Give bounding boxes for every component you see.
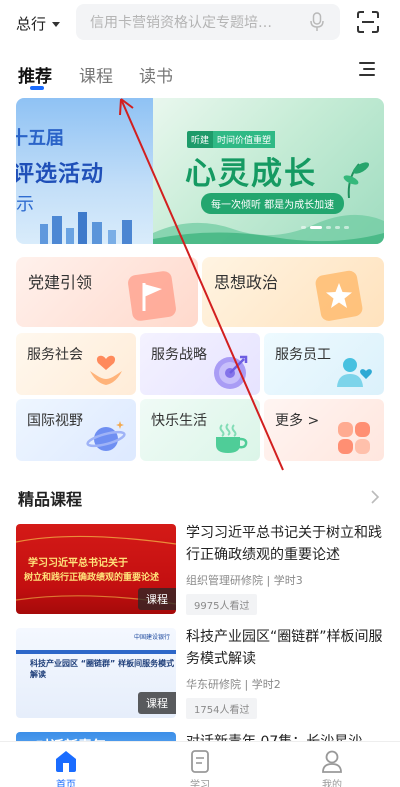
bank-logo: 中国建设银行 bbox=[133, 634, 170, 641]
nav-mine[interactable]: 我的 bbox=[302, 748, 362, 787]
course-views: 9975人看过 bbox=[186, 594, 258, 615]
bottom-navigation: 首页 学习 我的 bbox=[0, 741, 400, 787]
thumbnail-text-line1: 学习习近平总书记关于 bbox=[28, 558, 128, 569]
category-global-view[interactable]: 国际视野 bbox=[16, 399, 136, 461]
banner-carousel[interactable]: 十五届 评选活动 示 听建 时间价值重塑 心灵成长 每一次倾听 都是为成长加速 bbox=[16, 98, 384, 244]
course-meta: 组织管理研修院 | 学时3 bbox=[186, 574, 303, 587]
category-label: 更多 > bbox=[275, 413, 320, 429]
top-bar: 总行 信用卡营销资格认定专题培… bbox=[0, 0, 400, 46]
nav-label: 我的 bbox=[322, 780, 342, 787]
thumbnail-text-line2: 树立和践行正确政绩观的重要论述 bbox=[24, 573, 160, 583]
nav-study[interactable]: 学习 bbox=[170, 748, 230, 787]
tab-courses[interactable]: 课程 bbox=[79, 62, 113, 87]
star-icon bbox=[315, 270, 363, 321]
carousel-dots bbox=[301, 226, 349, 229]
flag-icon bbox=[128, 271, 176, 321]
category-label: 党建引领 bbox=[28, 273, 93, 292]
banner-slide-previous: 十五届 评选活动 示 bbox=[16, 98, 153, 244]
section-title: 精品课程 bbox=[18, 490, 83, 509]
category-label: 思想政治 bbox=[214, 273, 279, 292]
course-item[interactable]: 学习习近平总书记关于 树立和践行正确政绩观的重要论述 课程 学习习近平总书记关于… bbox=[16, 524, 384, 616]
banner-tag-a: 听建 bbox=[187, 131, 214, 148]
region-label: 总行 bbox=[16, 15, 47, 33]
thumbnail-text-line1: 科技产业园区 “圈链群” 样板间服务模式解读 bbox=[30, 659, 175, 679]
banner-left-line3: 示 bbox=[16, 194, 34, 215]
course-type-badge: 课程 bbox=[138, 692, 176, 714]
course-views: 1754人看过 bbox=[186, 698, 258, 719]
course-thumbnail: 学习习近平总书记关于 树立和践行正确政绩观的重要论述 课程 bbox=[16, 524, 176, 614]
region-selector[interactable]: 总行 bbox=[16, 13, 61, 34]
category-label: 快乐生活 bbox=[151, 413, 207, 429]
category-serve-strategy[interactable]: 服务战略 bbox=[140, 333, 260, 395]
person-heart-icon bbox=[337, 358, 372, 387]
category-label: 服务员工 bbox=[275, 347, 331, 363]
clover-icon bbox=[338, 422, 370, 454]
banner-left-line2: 评选活动 bbox=[16, 162, 105, 187]
course-item[interactable]: 中国建设银行 科技产业园区 “圈链群” 样板间服务模式解读 课程 科技产业园区“… bbox=[16, 628, 384, 720]
nav-label: 首页 bbox=[56, 780, 76, 787]
scan-icon[interactable] bbox=[357, 11, 379, 33]
tab-recommend[interactable]: 推荐 bbox=[18, 62, 52, 87]
banner-headline: 心灵成长 bbox=[185, 156, 317, 192]
microphone-icon[interactable] bbox=[310, 12, 324, 32]
thumbnail-bar bbox=[16, 650, 176, 654]
category-serve-society[interactable]: 服务社会 bbox=[16, 333, 136, 395]
nav-label: 学习 bbox=[190, 780, 210, 787]
green-hills-illustration bbox=[153, 214, 384, 244]
course-title: 科技产业园区“圈链群”样板间服务模式解读 bbox=[186, 629, 383, 667]
tab-reading[interactable]: 读书 bbox=[139, 62, 173, 87]
category-label: 服务社会 bbox=[27, 347, 83, 363]
course-type-badge: 课程 bbox=[138, 588, 176, 610]
search-placeholder: 信用卡营销资格认定专题培… bbox=[90, 15, 272, 31]
banner-tagline: 听建 时间价值重塑 bbox=[187, 131, 276, 148]
planet-icon bbox=[86, 421, 126, 451]
category-serve-employees[interactable]: 服务员工 bbox=[264, 333, 384, 395]
course-meta: 华东研修院 | 学时2 bbox=[186, 678, 281, 691]
user-icon bbox=[322, 750, 342, 773]
chevron-right-icon[interactable] bbox=[370, 490, 380, 504]
menu-icon[interactable] bbox=[359, 62, 377, 80]
course-thumbnail: 中国建设银行 科技产业园区 “圈链群” 样板间服务模式解读 课程 bbox=[16, 628, 176, 718]
search-bar[interactable]: 信用卡营销资格认定专题培… bbox=[76, 4, 340, 40]
banner-tag-b: 时间价值重塑 bbox=[213, 131, 276, 148]
tab-bar: 推荐 课程 读书 bbox=[0, 56, 400, 92]
caret-down-icon bbox=[52, 22, 61, 27]
plant-illustration bbox=[343, 162, 370, 198]
category-happy-life[interactable]: 快乐生活 bbox=[140, 399, 260, 461]
hands-heart-icon bbox=[90, 355, 122, 385]
category-more[interactable]: 更多 > bbox=[264, 399, 384, 461]
active-tab-indicator bbox=[30, 86, 44, 90]
home-icon bbox=[56, 751, 76, 772]
app-screen: 总行 信用卡营销资格认定专题培… 推荐 课程 读书 十五届 评选活动 示 听建 … bbox=[0, 0, 400, 787]
category-party-building[interactable]: 党建引领 bbox=[16, 257, 198, 327]
course-title: 学习习近平总书记关于树立和践行正确政绩观的重要论述 bbox=[186, 525, 382, 563]
nav-home[interactable]: 首页 bbox=[36, 748, 96, 787]
banner-left-line1: 十五届 bbox=[16, 128, 64, 149]
coffee-cup-icon bbox=[216, 423, 248, 453]
category-label: 服务战略 bbox=[151, 347, 207, 363]
clipboard-icon bbox=[191, 750, 209, 773]
category-ideology-politics[interactable]: 思想政治 bbox=[202, 257, 384, 327]
category-label: 国际视野 bbox=[27, 413, 83, 429]
target-icon bbox=[214, 355, 248, 389]
banner-slide-current: 听建 时间价值重塑 心灵成长 每一次倾听 都是为成长加速 bbox=[153, 98, 384, 244]
city-skyline-illustration bbox=[40, 212, 132, 244]
